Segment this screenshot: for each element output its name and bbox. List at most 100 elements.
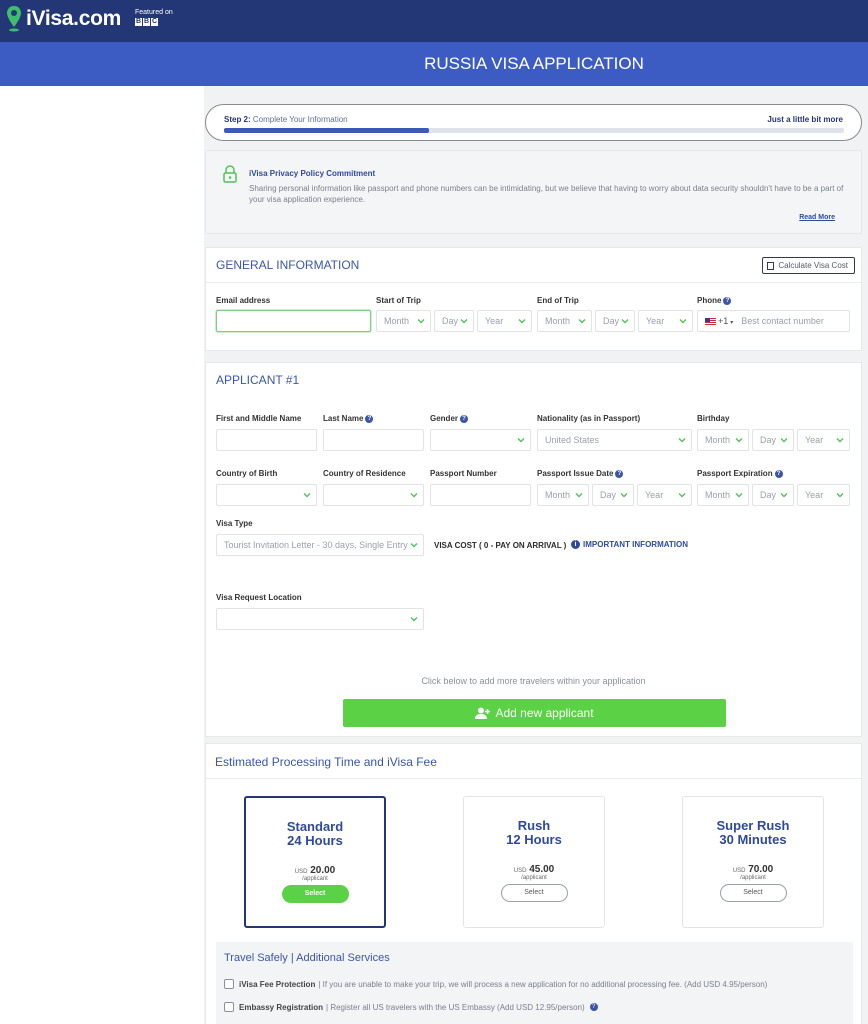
plan-name: Standard 24 Hours <box>286 819 344 848</box>
start-year-select[interactable]: Year <box>477 310 532 332</box>
service-embassy-registration[interactable]: Embassy Registration | Register all US t… <box>224 1002 598 1012</box>
chevron-down-icon <box>410 617 418 622</box>
email-field[interactable] <box>216 310 371 332</box>
issue-day-select[interactable]: Day <box>592 484 634 506</box>
visa-cost-text: VISA COST ( 0 - PAY ON ARRIVAL ) <box>434 541 567 550</box>
chevron-down-icon <box>460 319 468 324</box>
birth-month-select[interactable]: Month <box>697 429 749 451</box>
nationality-label: Nationality (as in Passport) <box>537 414 641 423</box>
phone-field[interactable]: +1 ▾ Best contact number <box>697 310 850 332</box>
last-name-label: Last Name? <box>323 414 374 423</box>
birth-day-select[interactable]: Day <box>752 429 794 451</box>
chevron-down-icon <box>517 438 525 443</box>
start-day-select[interactable]: Day <box>434 310 474 332</box>
chevron-down-icon <box>621 319 629 324</box>
general-information-card: GENERAL INFORMATION Calculate Visa Cost … <box>205 247 862 351</box>
plan-name: Rush 12 Hours <box>506 818 562 847</box>
gender-select[interactable] <box>430 429 531 451</box>
country-residence-select[interactable] <box>323 484 424 506</box>
expiration-month-select[interactable]: Month <box>697 484 749 506</box>
left-sidebar-blank <box>0 86 204 1024</box>
end-day-select[interactable]: Day <box>595 310 635 332</box>
last-name-field[interactable] <box>323 429 424 451</box>
select-super-rush-button[interactable]: Select <box>719 884 787 902</box>
plan-name: Super Rush 30 Minutes <box>716 818 790 847</box>
plan-price: USD 20.00 <box>294 865 336 876</box>
issue-year-select[interactable]: Year <box>637 484 692 506</box>
featured-on-bbc: Featured on B B C <box>135 8 173 26</box>
country-birth-label: Country of Birth <box>216 469 278 478</box>
plan-standard[interactable]: Standard 24 Hours USD 20.00 /applicant Se… <box>244 796 386 928</box>
read-more-link[interactable]: Read More <box>799 214 835 221</box>
plan-price: USD 45.00 <box>513 864 555 875</box>
start-month-select[interactable]: Month <box>376 310 431 332</box>
plan-per-applicant: /applicant <box>740 875 766 881</box>
bbc-logo: B B C <box>135 18 158 26</box>
select-rush-button[interactable]: Select <box>500 884 568 902</box>
service-fee-protection[interactable]: iVisa Fee Protection | If you are unable… <box>224 979 767 989</box>
info-icon: i <box>571 540 580 549</box>
visa-type-select[interactable]: Tourist Invitation Letter - 30 days, Sin… <box>216 534 424 556</box>
add-applicant-button[interactable]: Add new applicant <box>343 699 726 727</box>
processing-title: Estimated Processing Time and iVisa Fee <box>215 755 437 769</box>
fee-protection-checkbox[interactable] <box>224 979 234 989</box>
end-trip-label: End of Trip <box>537 296 579 305</box>
chevron-down-icon <box>679 319 687 324</box>
calculator-icon <box>767 261 775 270</box>
help-icon[interactable]: ? <box>615 469 624 478</box>
applicant-card: APPLICANT #1 First and Middle Name Last … <box>205 362 862 737</box>
embassy-registration-checkbox[interactable] <box>224 1002 234 1012</box>
add-user-icon <box>475 707 491 719</box>
chevron-down-icon <box>303 493 311 498</box>
passport-number-field[interactable] <box>430 484 531 506</box>
us-flag-icon <box>705 318 716 326</box>
expiration-year-select[interactable]: Year <box>797 484 850 506</box>
plan-per-applicant: /applicant <box>302 876 328 882</box>
start-trip-label: Start of Trip <box>376 296 421 305</box>
chevron-down-icon <box>836 438 844 443</box>
phone-country-code[interactable]: +1 <box>718 316 728 326</box>
end-year-select[interactable]: Year <box>638 310 693 332</box>
chevron-down-icon <box>410 493 418 498</box>
chevron-down-icon <box>578 319 586 324</box>
help-icon[interactable]: ? <box>460 414 469 423</box>
plan-rush[interactable]: Rush 12 Hours USD 45.00 /applicant Select <box>463 796 605 928</box>
chevron-down-icon <box>620 493 628 498</box>
add-travelers-hint: Click below to add more travelers within… <box>421 676 646 686</box>
chevron-down-icon <box>678 438 686 443</box>
chevron-down-icon <box>836 493 844 498</box>
plan-super-rush[interactable]: Super Rush 30 Minutes USD 70.00 /applican… <box>682 796 824 928</box>
first-name-field[interactable] <box>216 429 317 451</box>
help-icon[interactable]: ? <box>589 1003 598 1011</box>
plan-per-applicant: /applicant <box>521 875 547 881</box>
ivisa-logo[interactable]: iVisa.com <box>6 5 121 33</box>
featured-on-label: Featured on <box>135 9 173 16</box>
calculate-visa-cost-button[interactable]: Calculate Visa Cost <box>762 257 855 274</box>
email-label: Email address <box>216 296 271 305</box>
important-information-link[interactable]: i IMPORTANT INFORMATION <box>571 540 688 549</box>
request-location-select[interactable] <box>216 608 424 630</box>
expiration-day-select[interactable]: Day <box>752 484 794 506</box>
nationality-select[interactable]: United States <box>537 429 692 451</box>
issue-month-select[interactable]: Month <box>537 484 589 506</box>
progress-track <box>224 128 844 133</box>
first-name-label: First and Middle Name <box>216 414 302 423</box>
services-title: Travel Safely | Additional Services <box>224 952 390 964</box>
section-divider <box>206 282 861 283</box>
end-month-select[interactable]: Month <box>537 310 592 332</box>
chevron-down-icon <box>678 493 686 498</box>
help-icon[interactable]: ? <box>723 296 732 305</box>
issue-date-label: Passport Issue Date? <box>537 469 624 478</box>
birth-year-select[interactable]: Year <box>797 429 850 451</box>
step-encouragement: Just a little bit more <box>767 115 843 124</box>
phone-label: Phone? <box>697 296 732 305</box>
country-birth-select[interactable] <box>216 484 317 506</box>
page-title: RUSSIA VISA APPLICATION <box>424 54 644 73</box>
processing-fee-card: Estimated Processing Time and iVisa Fee … <box>205 743 862 1024</box>
help-icon[interactable]: ? <box>774 469 783 478</box>
select-standard-button[interactable]: Select <box>281 885 349 903</box>
gender-label: Gender? <box>430 414 469 423</box>
additional-services: Travel Safely | Additional Services iVis… <box>216 942 853 1024</box>
help-icon[interactable]: ? <box>365 414 374 423</box>
privacy-title: iVisa Privacy Policy Commitment <box>249 169 376 178</box>
